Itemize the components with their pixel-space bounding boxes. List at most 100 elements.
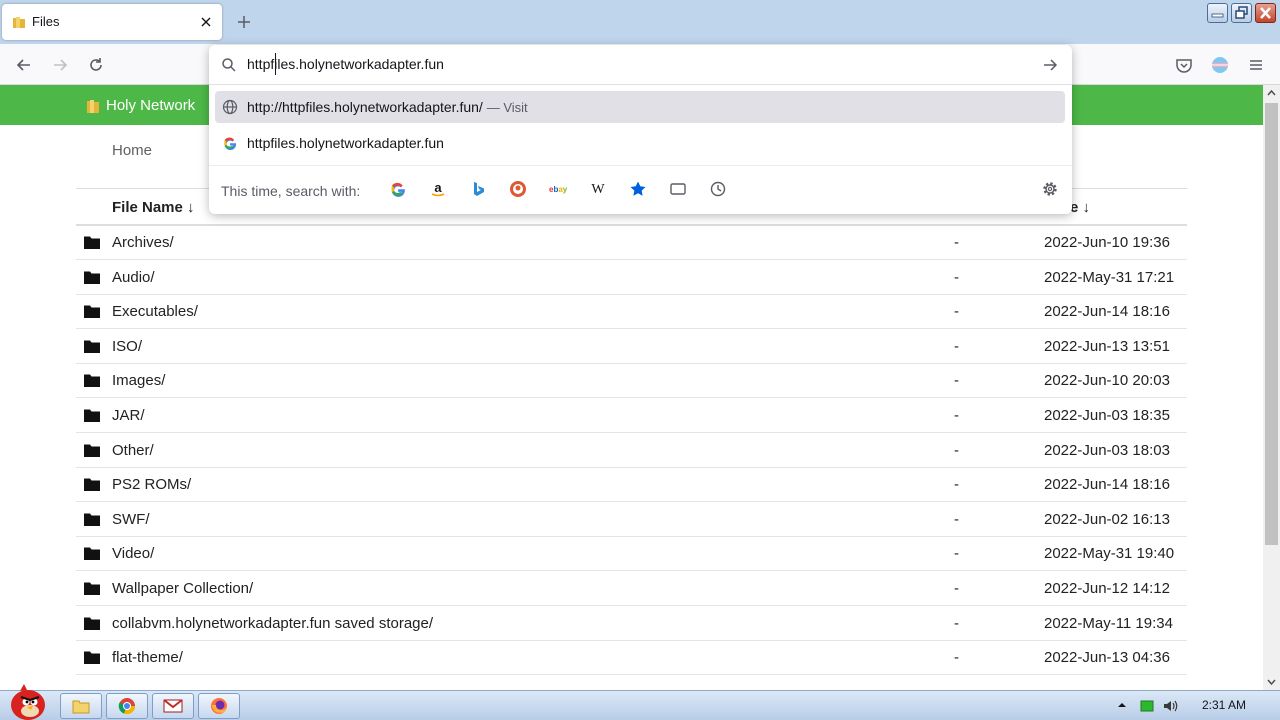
tabs-icon[interactable]	[669, 180, 687, 198]
file-date: 2022-Jun-12 14:12	[1044, 580, 1170, 597]
file-name-link[interactable]: SWF/	[112, 511, 150, 528]
file-row[interactable]: Other/ - 2022-Jun-03 18:03	[76, 433, 1187, 468]
file-row[interactable]: Images/ - 2022-Jun-10 20:03	[76, 363, 1187, 399]
file-row[interactable]: ISO/ - 2022-Jun-13 13:51	[76, 329, 1187, 364]
file-size: -	[954, 545, 959, 563]
scroll-down-icon[interactable]	[1265, 675, 1278, 688]
app-menu-icon[interactable]	[1246, 55, 1266, 75]
file-size: -	[954, 372, 959, 390]
site-brand-text: Holy Network	[106, 97, 196, 114]
bing-engine-icon[interactable]	[469, 180, 487, 198]
history-clock-icon[interactable]	[709, 180, 727, 198]
taskbar-firefox-button[interactable]	[198, 693, 240, 719]
file-name-link[interactable]: ISO/	[112, 338, 142, 355]
one-off-search-label: This time, search with:	[221, 183, 361, 199]
taskbar-mail-button[interactable]	[152, 693, 194, 719]
folder-icon	[84, 339, 100, 353]
file-row[interactable]: Video/ - 2022-May-31 19:40	[76, 536, 1187, 572]
svg-text:a: a	[434, 180, 442, 195]
file-date: 2022-Jun-14 18:16	[1044, 476, 1170, 494]
start-button-angry-bird-icon[interactable]	[6, 683, 50, 720]
folder-icon	[84, 616, 100, 630]
folder-icon	[84, 477, 100, 492]
column-header-date[interactable]: e ↓	[1070, 199, 1090, 216]
forward-arrow-icon[interactable]	[50, 55, 70, 75]
tab-files[interactable]: Files	[2, 4, 222, 40]
text-caret	[275, 53, 276, 75]
file-name-link[interactable]: Wallpaper Collection/	[112, 580, 253, 597]
taskbar: 2:31 AM	[0, 684, 1280, 720]
ebay-engine-icon[interactable]: ebay	[549, 180, 567, 198]
file-name-link[interactable]: Executables/	[112, 303, 198, 320]
file-name-link[interactable]: Video/	[112, 545, 154, 562]
amazon-engine-icon[interactable]: a	[429, 180, 447, 198]
file-row[interactable]: PS2 ROMs/ - 2022-Jun-14 18:16	[76, 467, 1187, 503]
file-row[interactable]: SWF/ - 2022-Jun-02 16:13	[76, 502, 1187, 537]
url-result-visit[interactable]: http://httpfiles.holynetworkadapter.fun/…	[215, 91, 1065, 123]
scroll-up-icon[interactable]	[1265, 87, 1278, 100]
url-result-action: — Visit	[486, 100, 528, 115]
file-date: 2022-Jun-13 13:51	[1044, 337, 1170, 355]
minimize-window-button[interactable]	[1207, 3, 1228, 23]
file-row[interactable]: collabvm.holynetworkadapter.fun saved st…	[76, 606, 1187, 641]
tray-expand-icon[interactable]	[1116, 699, 1128, 711]
file-name-link[interactable]: Images/	[112, 372, 165, 389]
restore-window-button[interactable]	[1231, 3, 1252, 23]
google-engine-icon[interactable]	[389, 180, 407, 198]
file-size: -	[954, 234, 959, 251]
divider	[209, 165, 1072, 166]
file-name-link[interactable]: Other/	[112, 442, 154, 459]
file-name-link[interactable]: collabvm.holynetworkadapter.fun saved st…	[112, 615, 433, 632]
tray-volume-icon[interactable]	[1162, 698, 1178, 714]
file-row[interactable]: Archives/ - 2022-Jun-10 19:36	[76, 225, 1187, 260]
google-icon	[222, 135, 238, 151]
taskbar-explorer-button[interactable]	[60, 693, 102, 719]
file-name-link[interactable]: JAR/	[112, 407, 145, 424]
close-window-button[interactable]	[1255, 3, 1276, 23]
tray-network-icon[interactable]	[1140, 699, 1154, 713]
folder-icon	[84, 443, 100, 457]
new-tab-icon[interactable]	[234, 12, 254, 32]
back-arrow-icon[interactable]	[14, 55, 34, 75]
svg-text:ebay: ebay	[549, 185, 567, 194]
file-name-link[interactable]: Audio/	[112, 269, 155, 286]
folder-icon	[84, 650, 100, 665]
divider	[209, 84, 1072, 85]
tab-title: Files	[32, 14, 60, 29]
file-row[interactable]: Audio/ - 2022-May-31 17:21	[76, 260, 1187, 295]
go-arrow-icon[interactable]	[1041, 56, 1059, 74]
duckduckgo-engine-icon[interactable]	[509, 180, 527, 198]
account-avatar-icon[interactable]	[1210, 55, 1230, 75]
file-name-link[interactable]: Archives/	[112, 234, 174, 251]
folder-icon	[84, 373, 100, 388]
file-name-link[interactable]: PS2 ROMs/	[112, 476, 191, 493]
file-row[interactable]: Wallpaper Collection/ - 2022-Jun-12 14:12	[76, 571, 1187, 606]
taskbar-chrome-button[interactable]	[106, 693, 148, 719]
folder-icon	[84, 304, 100, 319]
file-date: 2022-May-31 19:40	[1044, 545, 1175, 563]
url-result-text: httpfiles.holynetworkadapter.fun	[247, 135, 444, 151]
address-bar-input[interactable]: httpfiles.holynetworkadapter.fun	[247, 56, 444, 72]
bookmarks-star-icon[interactable]	[629, 180, 647, 198]
file-row[interactable]: Executables/ - 2022-Jun-14 18:16	[76, 294, 1187, 330]
file-size: -	[954, 649, 959, 667]
search-settings-gear-icon[interactable]	[1041, 180, 1059, 198]
wikipedia-engine-icon[interactable]: W	[589, 180, 607, 198]
scrollbar-thumb[interactable]	[1265, 103, 1278, 545]
taskbar-clock[interactable]: 2:31 AM	[1202, 698, 1246, 712]
file-row[interactable]: JAR/ - 2022-Jun-03 18:35	[76, 398, 1187, 433]
column-header-file-name[interactable]: File Name ↓	[112, 199, 195, 216]
file-size: -	[954, 476, 959, 494]
file-size: -	[954, 407, 959, 424]
file-date: 2022-Jun-02 16:13	[1044, 510, 1170, 528]
tab-strip: Files	[0, 0, 1280, 44]
pocket-icon[interactable]	[1174, 55, 1194, 75]
file-row[interactable]: flat-theme/ - 2022-Jun-13 04:36	[76, 640, 1187, 676]
url-result-search[interactable]: httpfiles.holynetworkadapter.fun	[215, 127, 1065, 159]
close-tab-icon[interactable]	[198, 14, 214, 30]
reload-icon[interactable]	[86, 55, 106, 75]
file-date: 2022-Jun-14 18:16	[1044, 303, 1170, 321]
breadcrumb-home[interactable]: Home	[112, 142, 152, 159]
site-brand[interactable]: Holy Network	[86, 97, 195, 114]
file-name-link[interactable]: flat-theme/	[112, 649, 183, 666]
